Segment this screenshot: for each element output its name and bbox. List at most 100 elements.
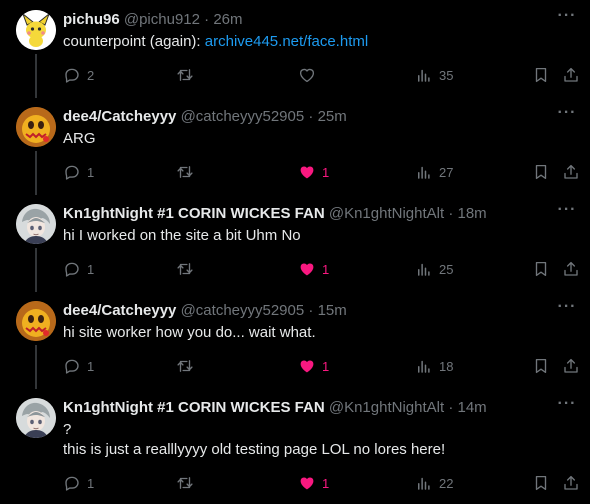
action-bar: 1 1 27 xyxy=(63,162,583,182)
more-icon[interactable]: ··· xyxy=(556,396,578,418)
thread-line xyxy=(35,248,37,292)
share-button[interactable] xyxy=(562,356,580,376)
bookmark-button[interactable] xyxy=(532,473,550,493)
reply-count: 1 xyxy=(87,358,95,374)
tweet[interactable]: pichu96 @pichu912 · 26m ··· counterpoint… xyxy=(0,8,590,98)
tweet-text: hi site worker how you do... wait what. xyxy=(63,324,316,341)
user-handle[interactable]: @Kn1ghtNightAlt xyxy=(329,399,444,416)
like-button[interactable]: 1 xyxy=(298,473,329,493)
tweet-text: counterpoint (again): archive445.net/fac… xyxy=(63,32,368,52)
share-icon xyxy=(564,475,578,490)
tweet-text-prefix: counterpoint (again): xyxy=(63,33,205,50)
display-name[interactable]: dee4/Catcheyyy xyxy=(63,302,176,319)
views-button[interactable]: 27 xyxy=(415,162,453,182)
reply-icon xyxy=(65,262,79,277)
user-handle[interactable]: @pichu912 xyxy=(124,11,200,28)
like-button[interactable]: 1 xyxy=(298,162,329,182)
tweet[interactable]: Kn1ghtNight #1 CORIN WICKES FAN @Kn1ghtN… xyxy=(0,396,590,504)
thread-line xyxy=(35,345,37,389)
retweet-icon xyxy=(177,166,193,178)
bookmark-icon xyxy=(535,261,547,277)
bookmark-button[interactable] xyxy=(532,356,550,376)
reply-button[interactable]: 1 xyxy=(63,473,94,493)
avatar[interactable] xyxy=(16,107,56,147)
like-count: 1 xyxy=(322,358,330,374)
retweet-icon xyxy=(177,477,193,489)
reply-count: 1 xyxy=(87,164,95,180)
views-button[interactable]: 35 xyxy=(415,65,453,85)
avatar[interactable] xyxy=(16,204,56,244)
tweet-header: dee4/Catcheyyy @catcheyyy52905 · 25m xyxy=(63,108,347,125)
bookmark-button[interactable] xyxy=(532,65,550,85)
avatar[interactable] xyxy=(16,10,56,50)
more-icon[interactable]: ··· xyxy=(556,202,578,224)
timestamp[interactable]: 26m xyxy=(213,11,242,28)
timestamp[interactable]: 14m xyxy=(457,399,486,416)
bookmark-icon xyxy=(535,358,547,374)
retweet-button[interactable] xyxy=(176,65,200,85)
timestamp[interactable]: 18m xyxy=(457,205,486,222)
like-button[interactable]: 1 xyxy=(298,356,329,376)
reply-count: 1 xyxy=(87,475,95,491)
reply-button[interactable]: 1 xyxy=(63,259,94,279)
more-icon[interactable]: ··· xyxy=(556,8,578,30)
like-count: 1 xyxy=(322,261,330,277)
share-icon xyxy=(564,164,578,179)
views-button[interactable]: 18 xyxy=(415,356,453,376)
avatar[interactable] xyxy=(16,398,56,438)
timestamp[interactable]: 15m xyxy=(318,302,347,319)
display-name[interactable]: pichu96 xyxy=(63,11,120,28)
heart-icon xyxy=(300,360,314,373)
avatar[interactable] xyxy=(16,301,56,341)
like-count: 1 xyxy=(322,164,330,180)
tweet-link[interactable]: archive445.net/face.html xyxy=(205,33,368,50)
tweet-text-line: ? xyxy=(63,421,72,438)
display-name[interactable]: Kn1ghtNight #1 CORIN WICKES FAN xyxy=(63,399,325,416)
heart-icon xyxy=(300,263,314,276)
tweet[interactable]: Kn1ghtNight #1 CORIN WICKES FAN @Kn1ghtN… xyxy=(0,202,590,292)
views-icon xyxy=(418,360,430,373)
retweet-button[interactable] xyxy=(176,473,200,493)
views-count: 25 xyxy=(439,261,454,277)
reply-button[interactable]: 2 xyxy=(63,65,94,85)
display-name[interactable]: Kn1ghtNight #1 CORIN WICKES FAN xyxy=(63,205,325,222)
display-name[interactable]: dee4/Catcheyyy xyxy=(63,108,176,125)
share-button[interactable] xyxy=(562,162,580,182)
views-count: 22 xyxy=(439,475,454,491)
share-button[interactable] xyxy=(562,259,580,279)
reply-button[interactable]: 1 xyxy=(63,162,94,182)
thread-line xyxy=(35,151,37,195)
user-handle[interactable]: @Kn1ghtNightAlt xyxy=(329,205,444,222)
reply-button[interactable]: 1 xyxy=(63,356,94,376)
retweet-icon xyxy=(177,69,193,81)
views-button[interactable]: 25 xyxy=(415,259,453,279)
bookmark-button[interactable] xyxy=(532,259,550,279)
bookmark-icon xyxy=(535,67,547,83)
views-button[interactable]: 22 xyxy=(415,473,453,493)
user-handle[interactable]: @catcheyyy52905 xyxy=(181,302,305,319)
tweet[interactable]: dee4/Catcheyyy @catcheyyy52905 · 15m ···… xyxy=(0,299,590,389)
reply-count: 2 xyxy=(87,67,95,83)
reply-count: 1 xyxy=(87,261,95,277)
action-bar: 1 1 18 xyxy=(63,356,583,376)
bookmark-icon xyxy=(535,164,547,180)
more-icon[interactable]: ··· xyxy=(556,105,578,127)
retweet-button[interactable] xyxy=(176,162,200,182)
retweet-icon xyxy=(177,263,193,275)
retweet-icon xyxy=(177,360,193,372)
bookmark-button[interactable] xyxy=(532,162,550,182)
like-button[interactable]: 1 xyxy=(298,259,329,279)
share-button[interactable] xyxy=(562,65,580,85)
tweet-text: hi I worked on the site a bit Uhm No xyxy=(63,227,301,244)
tweet-text: ARG xyxy=(63,130,96,147)
retweet-button[interactable] xyxy=(176,259,200,279)
reply-icon xyxy=(65,165,79,180)
thread-line xyxy=(35,54,37,98)
more-icon[interactable]: ··· xyxy=(556,299,578,321)
tweet[interactable]: dee4/Catcheyyy @catcheyyy52905 · 25m ···… xyxy=(0,105,590,195)
like-button[interactable] xyxy=(298,65,322,85)
share-button[interactable] xyxy=(562,473,580,493)
user-handle[interactable]: @catcheyyy52905 xyxy=(181,108,305,125)
timestamp[interactable]: 25m xyxy=(318,108,347,125)
retweet-button[interactable] xyxy=(176,356,200,376)
